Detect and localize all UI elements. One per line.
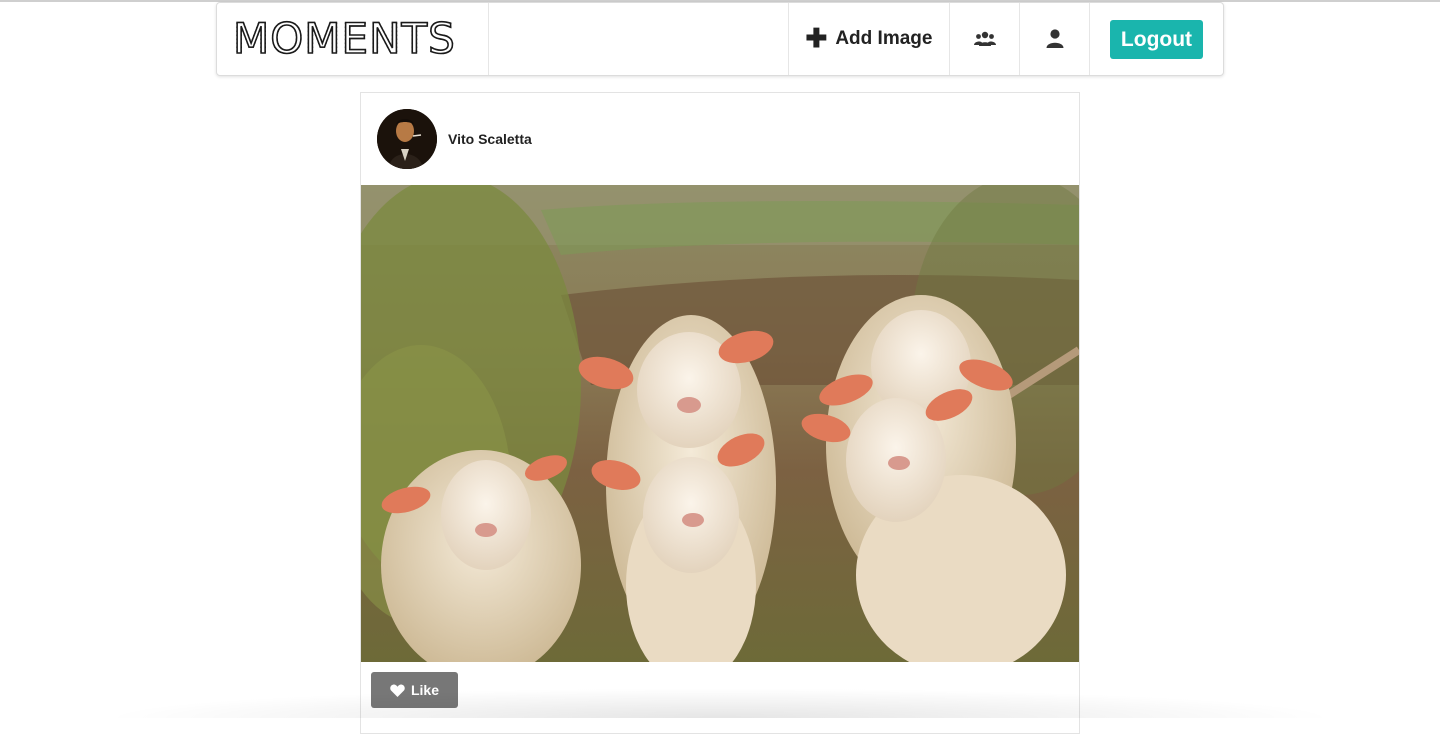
navbar-spacer [489, 3, 788, 75]
profile-button[interactable] [1019, 3, 1089, 75]
users-icon [973, 31, 996, 46]
logout-button[interactable]: Logout [1109, 19, 1204, 59]
add-image-button[interactable]: ✚ Add Image [788, 3, 949, 75]
brand-logo[interactable]: MOMENTS [217, 3, 489, 75]
post-image[interactable] [361, 185, 1079, 662]
avatar-image [377, 109, 437, 169]
avatar[interactable] [377, 109, 437, 169]
friends-button[interactable] [949, 3, 1019, 75]
sheep-photo [361, 185, 1079, 662]
post-header: Vito Scaletta [361, 93, 1079, 185]
logout-cell: Logout [1089, 3, 1223, 75]
post-author-name[interactable]: Vito Scaletta [448, 131, 532, 147]
top-navbar: MOMENTS ✚ Add Image Logout [216, 2, 1224, 76]
user-icon [1046, 29, 1063, 48]
post-card: Vito Scaletta Like [360, 92, 1080, 734]
post-footer: Like [371, 672, 458, 708]
like-label: Like [410, 682, 439, 698]
like-button[interactable]: Like [371, 672, 458, 708]
plus-icon: ✚ [805, 23, 828, 53]
heart-icon [390, 684, 405, 697]
brand-logo-text: MOMENTS [232, 14, 456, 63]
add-image-label: Add Image [835, 28, 933, 49]
